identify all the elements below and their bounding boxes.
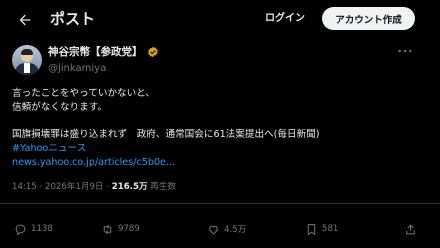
heart-icon bbox=[209, 225, 218, 234]
view-label: 再生数 bbox=[150, 182, 177, 192]
post-text-line: 信頼がなくなります。 bbox=[12, 102, 107, 113]
article-link[interactable]: news.yahoo.co.jp/articles/c5b0e... bbox=[12, 156, 175, 169]
post-date[interactable]: 2026年1月9日 bbox=[45, 182, 104, 192]
bookmark-button[interactable]: 581 bbox=[305, 222, 338, 236]
divider bbox=[0, 203, 440, 204]
view-count: 216.5万 bbox=[111, 182, 148, 192]
reply-count: 1138 bbox=[31, 224, 53, 234]
share-button[interactable] bbox=[404, 222, 417, 236]
arrow-left-icon bbox=[19, 14, 31, 26]
avatar[interactable] bbox=[12, 45, 42, 75]
like-button[interactable]: 4.5万 bbox=[207, 222, 246, 236]
repost-count: 9789 bbox=[118, 224, 140, 234]
verified-badge-icon bbox=[148, 46, 158, 58]
reply-button[interactable]: 1138 bbox=[14, 222, 53, 236]
like-count: 4.5万 bbox=[224, 225, 247, 235]
login-link[interactable]: ログイン bbox=[265, 12, 305, 26]
post-time[interactable]: 14:15 bbox=[12, 182, 37, 192]
more-options-icon[interactable] bbox=[396, 44, 414, 58]
post-text-line: 言ったことをやっていかないと、 bbox=[12, 88, 156, 99]
hashtag-link[interactable]: #Yahooニュース bbox=[12, 142, 86, 155]
repost-icon bbox=[103, 224, 112, 234]
repost-button[interactable]: 9789 bbox=[101, 222, 140, 236]
reply-icon bbox=[15, 224, 26, 235]
author-handle[interactable]: @jinkamiya bbox=[48, 62, 106, 75]
post-meta: 14:15 · 2026年1月9日 · 216.5万 再生数 bbox=[12, 182, 177, 192]
create-account-button[interactable]: アカウント作成 bbox=[322, 7, 415, 30]
post-text-line: 国旗損壊罪は盛り込まれず 政府、通常国会に61法案提出へ(毎日新聞) bbox=[12, 129, 320, 140]
bookmark-icon bbox=[307, 223, 316, 235]
back-button[interactable] bbox=[14, 9, 36, 31]
bookmark-count: 581 bbox=[322, 224, 339, 234]
author-name[interactable]: 神谷宗幣【参政党】 bbox=[48, 45, 143, 59]
share-icon bbox=[406, 223, 415, 234]
page-title: ポスト bbox=[50, 10, 96, 28]
